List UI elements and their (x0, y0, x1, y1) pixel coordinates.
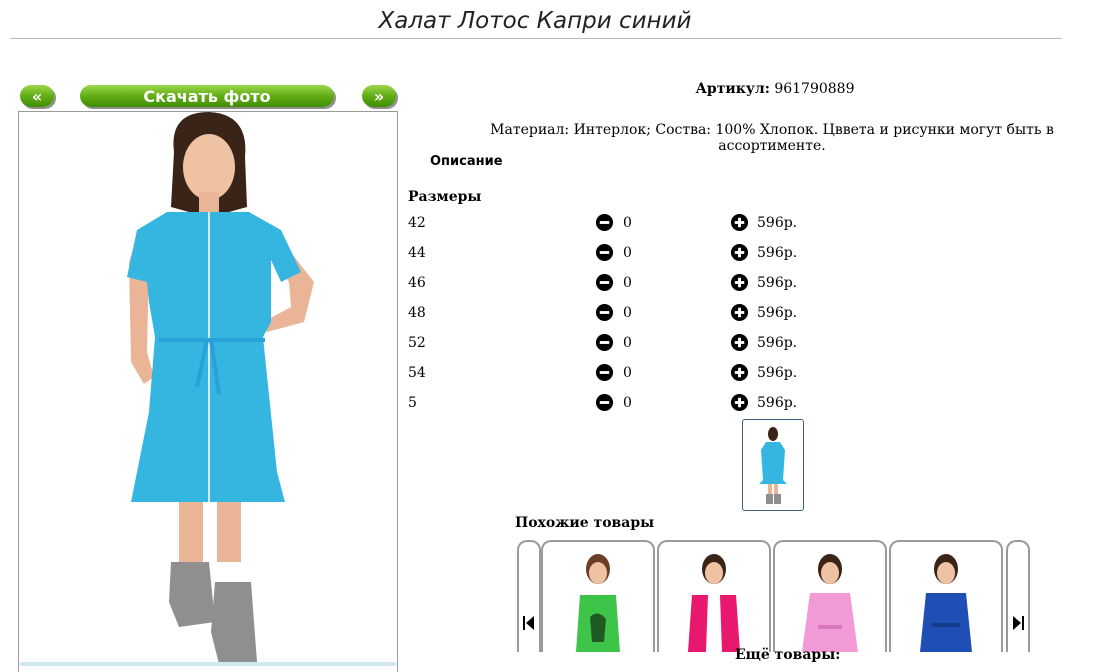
carousel-next-button[interactable] (1006, 540, 1030, 652)
size-row: 44 0 596р. (408, 242, 828, 266)
size-value: 48 (408, 305, 426, 321)
material-description: Материал: Интерлок; Соства: 100% Хлопок.… (490, 122, 1054, 154)
similar-item-4[interactable] (889, 540, 1003, 652)
price-value: 596р. (757, 305, 798, 321)
green-dress-photo-icon (576, 554, 620, 652)
product-thumbnail[interactable] (742, 419, 804, 511)
size-row: 54 0 596р. (408, 362, 828, 386)
quantity-value: 0 (623, 275, 632, 291)
article-value: 961790889 (774, 81, 855, 97)
size-value: 44 (408, 245, 426, 261)
minus-icon[interactable] (595, 333, 614, 352)
download-photo-button[interactable]: Скачать фото (80, 85, 334, 107)
size-value: 42 (408, 215, 426, 231)
blue-robe-photo-icon (920, 554, 972, 652)
price-value: 596р. (757, 245, 798, 261)
plus-icon[interactable] (730, 273, 749, 292)
price-value: 596р. (757, 365, 798, 381)
more-products-heading: Ещё товары: (735, 647, 841, 663)
size-row: 48 0 596р. (408, 302, 828, 326)
size-value: 46 (408, 275, 426, 291)
minus-icon[interactable] (595, 303, 614, 322)
article-label: Артикул: (695, 81, 770, 97)
pink-vest-photo-icon (688, 554, 740, 652)
plus-icon[interactable] (730, 393, 749, 412)
carousel-prev-button[interactable] (517, 540, 541, 652)
title-divider (10, 38, 1062, 39)
similar-item-2[interactable] (657, 540, 771, 652)
sizes-heading: Размеры (408, 189, 482, 205)
minus-icon[interactable] (595, 393, 614, 412)
similar-item-1[interactable] (541, 540, 655, 652)
price-value: 596р. (757, 275, 798, 291)
photo-bottom-accent (20, 662, 396, 666)
minus-icon[interactable] (595, 213, 614, 232)
product-photo (18, 111, 398, 672)
pink-robe-photo-icon (802, 554, 858, 652)
quantity-value: 0 (623, 305, 632, 321)
size-row: 46 0 596р. (408, 272, 828, 296)
quantity-value: 0 (623, 395, 632, 411)
plus-icon[interactable] (730, 333, 749, 352)
description-heading[interactable]: Описание (430, 154, 503, 169)
skip-back-icon (523, 616, 534, 630)
article-line: Артикул: 961790889 (600, 81, 950, 97)
size-row: 5 0 596р. (408, 392, 828, 416)
quantity-value: 0 (623, 245, 632, 261)
robe-thumbnail-icon (759, 427, 787, 504)
size-row: 42 0 596р. (408, 212, 828, 236)
price-value: 596р. (757, 335, 798, 351)
size-value: 54 (408, 365, 426, 381)
skip-forward-icon (1013, 616, 1024, 630)
size-value: 52 (408, 335, 426, 351)
model-robe-photo-icon (127, 112, 314, 664)
prev-photo-button[interactable]: « (20, 85, 54, 107)
next-photo-button[interactable]: » (362, 85, 396, 107)
minus-icon[interactable] (595, 273, 614, 292)
size-value: 5 (408, 395, 417, 411)
quantity-value: 0 (623, 365, 632, 381)
price-value: 596р. (757, 215, 798, 231)
plus-icon[interactable] (730, 363, 749, 382)
similar-products-heading: Похожие товары (515, 515, 655, 531)
size-row: 52 0 596р. (408, 332, 828, 356)
quantity-value: 0 (623, 215, 632, 231)
price-value: 596р. (757, 395, 798, 411)
quantity-value: 0 (623, 335, 632, 351)
plus-icon[interactable] (730, 213, 749, 232)
minus-icon[interactable] (595, 363, 614, 382)
similar-item-3[interactable] (773, 540, 887, 652)
plus-icon[interactable] (730, 303, 749, 322)
minus-icon[interactable] (595, 243, 614, 262)
plus-icon[interactable] (730, 243, 749, 262)
page-title: Халат Лотос Капри синий (378, 8, 692, 34)
